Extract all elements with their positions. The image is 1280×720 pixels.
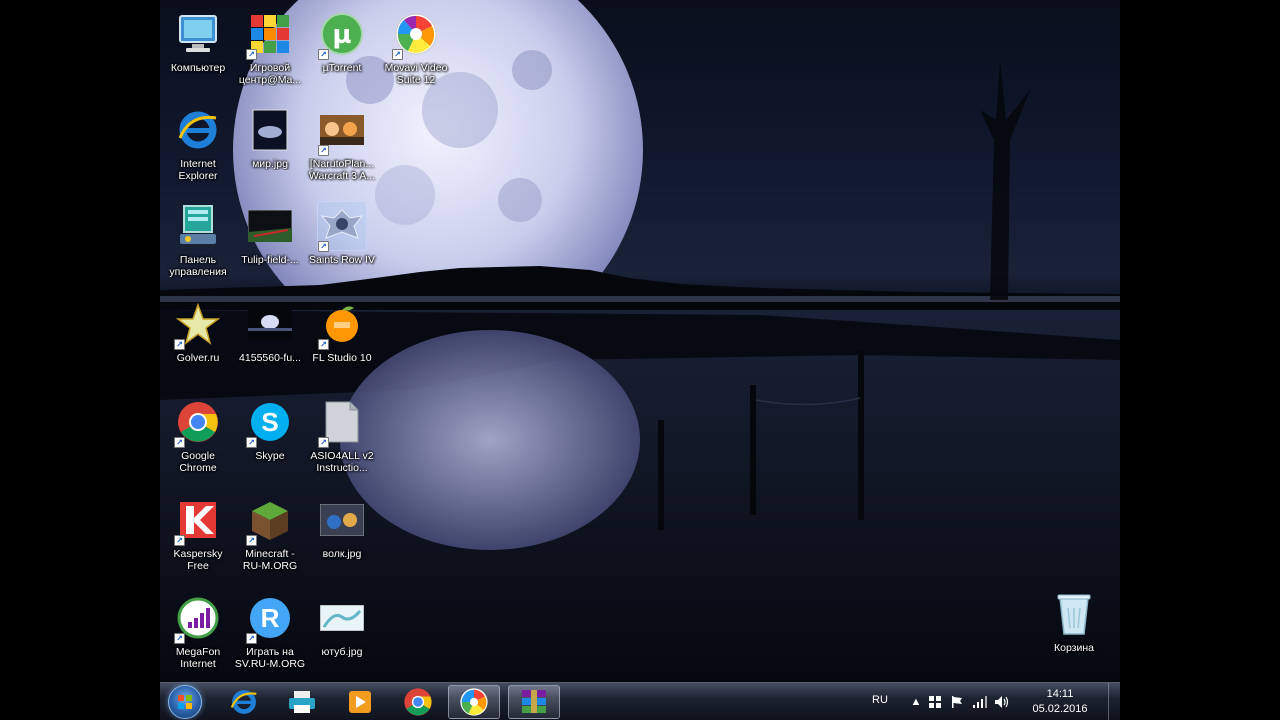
- internet-explorer-icon: [174, 106, 222, 154]
- warcraft-map-icon: ↗: [318, 106, 366, 156]
- taskbar-ie-button[interactable]: [218, 685, 270, 719]
- desktop-icon-4155560[interactable]: 4155560-fu...: [232, 296, 308, 388]
- shortcut-arrow-icon: ↗: [246, 49, 257, 60]
- shortcut-arrow-icon: ↗: [392, 49, 403, 60]
- clock-date: 05.02.2016: [1032, 703, 1088, 715]
- desktop-icon-volk-jpg[interactable]: волк.jpg: [304, 492, 380, 584]
- desktop-icon-utorrent[interactable]: µ ↗ µTorrent: [304, 6, 380, 98]
- desktop-icon-saints-row[interactable]: ↗ Saints Row IV: [304, 198, 380, 290]
- skype-icon: S ↗: [246, 398, 294, 448]
- winrar-icon: [522, 690, 546, 713]
- svg-text:µ: µ: [332, 20, 351, 50]
- desktop-icon-minecraft[interactable]: ↗ Minecraft - RU-M.ORG: [232, 492, 308, 584]
- document-icon: ↗: [318, 398, 366, 448]
- megafon-icon: ↗: [174, 594, 222, 644]
- shortcut-arrow-icon: ↗: [246, 633, 257, 644]
- tray-expand-icon[interactable]: ▲: [908, 683, 924, 720]
- shortcut-arrow-icon: ↗: [318, 145, 329, 156]
- shortcut-arrow-icon: ↗: [318, 339, 329, 350]
- recycle-bin-icon: [1050, 590, 1098, 638]
- svg-text:S: S: [261, 407, 278, 437]
- shortcut-arrow-icon: ↗: [174, 535, 185, 546]
- image-file-icon: [318, 594, 366, 642]
- desktop-icon-movavi[interactable]: ↗ Movavi Video Suite 12: [378, 6, 454, 98]
- svg-text:R: R: [261, 603, 280, 633]
- internet-explorer-icon: [230, 690, 257, 714]
- desktop-icon-tulip-field[interactable]: Tulip-field-...: [232, 198, 308, 290]
- chrome-icon: ↗: [174, 398, 222, 448]
- printer-icon: [289, 691, 315, 713]
- network-signal-icon[interactable]: [972, 683, 990, 720]
- desktop-icon-google-chrome[interactable]: ↗ Google Chrome: [160, 394, 236, 486]
- start-button[interactable]: [168, 685, 202, 719]
- movavi-icon: [460, 688, 488, 716]
- desktop-icon-control-panel[interactable]: Панель управления: [160, 198, 236, 290]
- shortcut-arrow-icon: ↗: [174, 633, 185, 644]
- shortcut-arrow-icon: ↗: [318, 437, 329, 448]
- taskbar-media-player-button[interactable]: [334, 685, 386, 719]
- desktop-icon-mir-jpg[interactable]: мир.jpg: [232, 102, 308, 194]
- desktop-icon-youtube-jpg[interactable]: ютуб.jpg: [304, 590, 380, 682]
- desktop-icon-recycle-bin[interactable]: Корзина: [1036, 586, 1112, 678]
- star-icon: ↗: [174, 300, 222, 350]
- desktop-icon-fl-studio[interactable]: ↗ FL Studio 10: [304, 296, 380, 388]
- show-desktop-button[interactable]: [1108, 683, 1120, 720]
- language-indicator[interactable]: RU: [872, 683, 902, 720]
- shortcut-arrow-icon: ↗: [174, 437, 185, 448]
- desktop-icon-megafon[interactable]: ↗ MegaFon Internet: [160, 590, 236, 682]
- desktop-icon-warcraft-map[interactable]: ↗ [NarutoPlan... Warcraft 3 A...: [304, 102, 380, 194]
- image-file-icon: [318, 496, 366, 544]
- desktop-icon-play-sv[interactable]: R ↗ Играть на SV.RU-M.ORG: [232, 590, 308, 682]
- action-center-flag-icon[interactable]: [950, 683, 966, 720]
- clock-time: 14:11: [1046, 688, 1074, 700]
- desktop-icon-internet-explorer[interactable]: Internet Explorer: [160, 102, 236, 194]
- chrome-icon: [404, 688, 432, 716]
- windows-flag-icon[interactable]: [928, 683, 944, 720]
- shortcut-arrow-icon: ↗: [318, 241, 329, 252]
- volume-icon[interactable]: [994, 683, 1012, 720]
- computer-icon: [174, 10, 222, 58]
- kaspersky-icon: ↗: [174, 496, 222, 546]
- control-panel-icon: [174, 202, 222, 250]
- utorrent-icon: µ ↗: [318, 10, 366, 60]
- taskbar-winrar-button[interactable]: [508, 685, 560, 719]
- desktop-icon-kaspersky[interactable]: ↗ Kaspersky Free: [160, 492, 236, 584]
- desktop-icon-golver[interactable]: ↗ Golver.ru: [160, 296, 236, 388]
- fl-studio-icon: ↗: [318, 300, 366, 350]
- saints-row-icon: ↗: [317, 201, 367, 252]
- image-file-icon: [246, 300, 294, 348]
- game-center-icon: ↗: [246, 10, 294, 60]
- movavi-icon: ↗: [392, 10, 440, 60]
- taskbar-movavi-button[interactable]: [448, 685, 500, 719]
- media-player-icon: [349, 691, 371, 713]
- taskbar: RU ▲ 14:11 05.02.2016: [160, 682, 1120, 720]
- windows-logo-icon: [178, 695, 192, 709]
- shortcut-arrow-icon: ↗: [246, 437, 257, 448]
- desktop-icon-asio4all[interactable]: ↗ ASIO4ALL v2 Instructio...: [304, 394, 380, 486]
- image-file-icon: [246, 202, 294, 250]
- desktop-icon-skype[interactable]: S ↗ Skype: [232, 394, 308, 486]
- desktop-icon-game-center[interactable]: ↗ Игровой центр@Ma...: [232, 6, 308, 98]
- minecraft-icon: ↗: [246, 496, 294, 546]
- shortcut-arrow-icon: ↗: [318, 49, 329, 60]
- desktop-icon-computer[interactable]: Компьютер: [160, 6, 236, 98]
- shortcut-arrow-icon: ↗: [246, 535, 257, 546]
- system-clock[interactable]: 14:11 05.02.2016: [1028, 683, 1092, 720]
- play-r-icon: R ↗: [246, 594, 294, 644]
- desktop[interactable]: Компьютер ↗ Игровой центр@Ma... µ ↗ µTor…: [160, 0, 1120, 720]
- taskbar-chrome-button[interactable]: [392, 685, 444, 719]
- shortcut-arrow-icon: ↗: [174, 339, 185, 350]
- taskbar-printer-button[interactable]: [276, 685, 328, 719]
- image-file-icon: [246, 106, 294, 154]
